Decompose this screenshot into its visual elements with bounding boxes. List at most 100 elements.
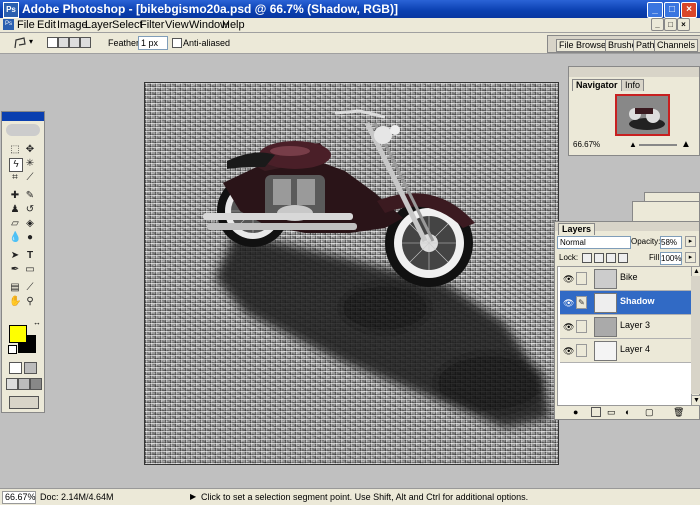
doc-minimize-icon[interactable]: _ [651, 18, 664, 31]
tool-preset-dropdown-icon[interactable]: ▾ [29, 37, 33, 46]
quick-mask-mode-icon[interactable] [24, 362, 37, 374]
maximize-icon[interactable]: □ [664, 2, 680, 18]
menu-filter[interactable]: Filter [140, 19, 164, 31]
screen-mode-menubar-icon[interactable] [18, 378, 30, 390]
screen-mode-standard-icon[interactable] [6, 378, 18, 390]
crop-tool-icon[interactable]: ⌗ [9, 172, 21, 184]
scroll-down-icon[interactable]: ▼ [691, 395, 700, 406]
zoom-tool-icon[interactable]: ⚲ [24, 296, 36, 308]
zoom-out-icon[interactable]: ▲ [629, 140, 637, 149]
eraser-tool-icon[interactable]: ▱ [9, 218, 21, 230]
type-tool-icon[interactable]: T [24, 250, 36, 262]
document-icon[interactable]: Ps [3, 19, 14, 30]
layer-mask-icon[interactable] [591, 407, 601, 417]
pen-tool-icon[interactable]: ✒ [9, 264, 21, 276]
screen-mode-full-icon[interactable] [30, 378, 42, 390]
toolbox-header[interactable] [2, 112, 44, 121]
tab-layers[interactable]: Layers [558, 223, 596, 235]
zoom-slider[interactable] [639, 144, 677, 146]
eye-icon[interactable]: 👁 [563, 274, 574, 285]
clone-stamp-tool-icon[interactable]: ♟ [9, 204, 21, 216]
anti-aliased-checkbox[interactable] [172, 38, 182, 48]
menu-help[interactable]: Help [222, 19, 245, 31]
adjustment-layer-icon[interactable]: ◐ [625, 407, 630, 417]
menu-view[interactable]: View [165, 19, 189, 31]
blend-mode-select[interactable]: Normal [557, 236, 631, 249]
lock-transparency-icon[interactable] [582, 253, 592, 263]
history-brush-tool-icon[interactable]: ↺ [24, 204, 36, 216]
menu-layer[interactable]: Layer [85, 19, 113, 31]
layer-link-box[interactable] [576, 272, 587, 285]
well-tab-channels[interactable]: Channels [654, 39, 699, 52]
polygonal-lasso-icon[interactable] [13, 36, 27, 50]
layer-row[interactable]: 👁 ✎ Shadow [560, 291, 693, 315]
path-selection-tool-icon[interactable]: ➤ [9, 250, 21, 262]
lock-image-icon[interactable] [594, 253, 604, 263]
move-tool-icon[interactable]: ✥ [24, 144, 36, 156]
navigator-preview[interactable] [615, 94, 670, 136]
marquee-tool-icon[interactable]: ⬚ [9, 144, 21, 156]
menu-edit[interactable]: Edit [37, 19, 56, 31]
fill-input[interactable]: 100% [660, 252, 682, 265]
layer-row[interactable]: 👁 Layer 3 [560, 315, 693, 339]
jump-to-imageready-icon[interactable] [9, 396, 39, 409]
eye-icon[interactable]: 👁 [563, 322, 574, 333]
hand-tool-icon[interactable]: ✋ [9, 296, 21, 308]
dodge-tool-icon[interactable]: ● [24, 232, 36, 244]
doc-restore-icon[interactable]: □ [664, 18, 677, 31]
delete-layer-icon[interactable]: 🗑 [673, 407, 684, 418]
palette-stack-middle[interactable] [632, 201, 700, 223]
opacity-input[interactable]: 58% [660, 236, 682, 249]
eye-icon[interactable]: 👁 [563, 298, 574, 309]
doc-close-icon[interactable]: × [677, 18, 690, 31]
menu-image[interactable]: Image [57, 19, 88, 31]
layers-scrollbar[interactable] [691, 276, 700, 394]
feather-input[interactable]: 1 px [138, 36, 168, 50]
menu-file[interactable]: File [17, 19, 35, 31]
slice-tool-icon[interactable]: ⟋ [24, 172, 36, 184]
adobe-online-icon[interactable] [6, 124, 40, 136]
status-zoom[interactable]: 66.67% [2, 491, 36, 504]
new-selection-icon[interactable] [47, 37, 58, 48]
subtract-selection-icon[interactable] [69, 37, 80, 48]
tab-navigator[interactable]: Navigator [572, 79, 622, 91]
new-layer-icon[interactable]: ▢ [645, 407, 654, 418]
healing-brush-tool-icon[interactable]: ✚ [9, 190, 21, 202]
foreground-color-swatch[interactable] [9, 325, 27, 343]
layer-row[interactable]: 👁 Layer 4 [560, 339, 693, 363]
layer-link-box[interactable] [576, 344, 587, 357]
minimize-icon[interactable]: _ [647, 2, 663, 18]
brush-link-icon[interactable]: ✎ [576, 296, 587, 309]
navigator-zoom[interactable]: 66.67% [573, 140, 600, 149]
new-set-icon[interactable]: ▭ [607, 407, 616, 418]
paint-bucket-tool-icon[interactable]: ◈ [24, 218, 36, 230]
well-tab-file-browser[interactable]: File Browser [556, 39, 613, 52]
layer-row[interactable]: 👁 Bike [560, 267, 693, 291]
status-arrow-icon[interactable]: ▶ [190, 492, 196, 501]
document-canvas[interactable] [144, 82, 559, 465]
eyedropper-tool-icon[interactable]: ⟋ [24, 282, 36, 294]
navigator-titlebar[interactable] [569, 67, 699, 77]
notes-tool-icon[interactable]: ▤ [9, 282, 21, 294]
default-colors-icon[interactable] [8, 345, 17, 354]
intersect-selection-icon[interactable] [80, 37, 91, 48]
blur-tool-icon[interactable]: 💧 [9, 232, 21, 244]
lasso-tool-icon[interactable]: ϟ [9, 158, 23, 172]
menu-select[interactable]: Select [112, 19, 143, 31]
standard-mode-icon[interactable] [9, 362, 22, 374]
opacity-arrow-icon[interactable]: ▸ [685, 236, 696, 247]
eye-icon[interactable]: 👁 [563, 346, 574, 357]
layer-link-box[interactable] [576, 320, 587, 333]
tab-info[interactable]: Info [621, 79, 645, 91]
lock-position-icon[interactable] [606, 253, 616, 263]
add-selection-icon[interactable] [58, 37, 69, 48]
zoom-in-icon[interactable]: ▲ [681, 139, 691, 150]
magic-wand-tool-icon[interactable]: ✳ [24, 158, 36, 170]
shape-tool-icon[interactable]: ▭ [24, 264, 36, 276]
fill-arrow-icon[interactable]: ▸ [685, 252, 696, 263]
layer-style-icon[interactable]: ● [573, 407, 578, 417]
brush-tool-icon[interactable]: ✎ [24, 190, 36, 202]
close-icon[interactable]: × [681, 2, 697, 18]
swap-colors-icon[interactable]: ↔ [33, 318, 41, 327]
lock-all-icon[interactable] [618, 253, 628, 263]
